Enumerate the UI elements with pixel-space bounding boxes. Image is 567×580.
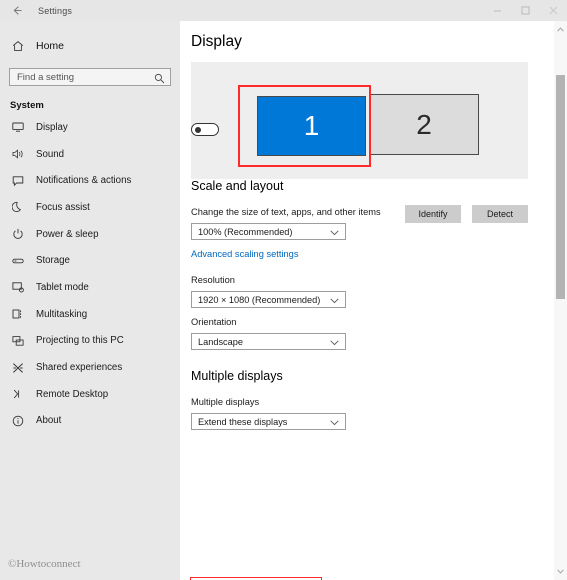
vertical-scrollbar[interactable] xyxy=(554,21,567,580)
sidebar-item-shared-experiences-label: Shared experiences xyxy=(36,362,123,374)
home-icon xyxy=(12,40,34,52)
maximize-icon[interactable] xyxy=(511,0,539,21)
sidebar-item-about[interactable]: About xyxy=(0,408,180,435)
scroll-down-icon[interactable] xyxy=(554,565,567,578)
monitor-1-label: 1 xyxy=(303,110,320,141)
sidebar-item-focus-assist[interactable]: Focus assist xyxy=(0,194,180,221)
display-arrangement-preview[interactable]: 1 2 xyxy=(191,62,528,179)
multiple-displays-heading: Multiple displays xyxy=(191,369,283,383)
orientation-dropdown[interactable]: Landscape xyxy=(191,333,346,350)
scale-dropdown[interactable]: 100% (Recommended) xyxy=(191,223,346,240)
watermark: ©Howtoconnect xyxy=(8,558,81,570)
toggle-knob-icon xyxy=(194,126,201,133)
sidebar-item-multitasking-label: Multitasking xyxy=(36,308,88,320)
moon-icon xyxy=(12,201,34,213)
sidebar-item-display-label: Display xyxy=(36,121,68,133)
monitor-2[interactable]: 2 xyxy=(369,94,479,155)
sidebar-item-multitasking[interactable]: Multitasking xyxy=(0,301,180,328)
main-content: Display 1 2 Identify Detect Color Night … xyxy=(180,21,567,580)
sidebar-item-tablet-mode[interactable]: Tablet mode xyxy=(0,274,180,301)
sidebar-item-storage-label: Storage xyxy=(36,255,70,267)
sidebar-item-sound-label: Sound xyxy=(36,148,65,160)
sidebar-group-label: System xyxy=(10,100,44,111)
storage-icon xyxy=(12,255,34,267)
window-controls xyxy=(483,0,567,21)
sidebar-item-projecting[interactable]: Projecting to this PC xyxy=(0,328,180,355)
projector-icon xyxy=(12,335,34,347)
titlebar: Settings xyxy=(0,0,567,21)
shared-icon xyxy=(12,362,34,374)
close-icon[interactable] xyxy=(539,0,567,21)
minimize-icon[interactable] xyxy=(483,0,511,21)
sidebar-item-notifications[interactable]: Notifications & actions xyxy=(0,167,180,194)
sidebar-item-projecting-label: Projecting to this PC xyxy=(36,335,124,347)
sidebar-item-power-sleep[interactable]: Power & sleep xyxy=(0,221,180,248)
multitasking-icon xyxy=(12,308,34,320)
chevron-down-icon xyxy=(330,413,339,431)
back-arrow-icon[interactable] xyxy=(0,0,34,21)
sidebar-item-home[interactable]: Home xyxy=(0,35,180,57)
monitor-icon xyxy=(12,121,34,133)
multiple-displays-dropdown-value: Extend these displays xyxy=(198,416,288,427)
notification-icon xyxy=(12,175,34,187)
orientation-label: Orientation xyxy=(191,317,237,327)
chevron-down-icon xyxy=(330,333,339,351)
display-action-buttons: Identify Detect xyxy=(191,205,528,223)
chevron-down-icon xyxy=(330,223,339,241)
resolution-dropdown-value: 1920 × 1080 (Recommended) xyxy=(198,294,321,305)
info-icon xyxy=(12,415,34,427)
multiple-displays-label: Multiple displays xyxy=(191,397,260,407)
sidebar-item-tablet-mode-label: Tablet mode xyxy=(36,281,89,293)
chevron-down-icon xyxy=(330,291,339,309)
settings-window: Settings Home Find a setting System Disp… xyxy=(0,0,567,580)
resolution-label: Resolution xyxy=(191,275,235,285)
scale-dropdown-value: 100% (Recommended) xyxy=(198,226,293,237)
remote-desktop-icon xyxy=(12,388,34,400)
power-icon xyxy=(12,228,34,240)
sidebar-item-power-sleep-label: Power & sleep xyxy=(36,228,99,240)
speaker-icon xyxy=(12,148,34,160)
sidebar-item-sound[interactable]: Sound xyxy=(0,141,180,168)
scale-layout-heading: Scale and layout xyxy=(191,179,284,193)
sidebar-item-notifications-label: Notifications & actions xyxy=(36,175,132,187)
search-input[interactable] xyxy=(10,69,150,85)
scroll-up-icon[interactable] xyxy=(554,23,567,36)
tablet-icon xyxy=(12,281,34,293)
sidebar-item-shared-experiences[interactable]: Shared experiences xyxy=(0,354,180,381)
resolution-dropdown[interactable]: 1920 × 1080 (Recommended) xyxy=(191,291,346,308)
sidebar-item-home-label: Home xyxy=(36,40,65,52)
night-light-toggle[interactable] xyxy=(191,123,219,136)
sidebar-item-display[interactable]: Display xyxy=(0,114,180,141)
sidebar-item-remote-desktop[interactable]: Remote Desktop xyxy=(0,381,180,408)
sidebar-item-focus-assist-label: Focus assist xyxy=(36,201,90,213)
window-title: Settings xyxy=(38,5,73,16)
detect-button[interactable]: Detect xyxy=(472,205,528,223)
scrollbar-thumb[interactable] xyxy=(556,75,565,299)
monitor-1[interactable]: 1 xyxy=(257,96,366,156)
sidebar: Home System Display Sound xyxy=(0,21,180,580)
identify-button[interactable]: Identify xyxy=(405,205,461,223)
page-title: Display xyxy=(191,33,242,50)
monitor-2-label: 2 xyxy=(416,108,432,140)
search-box[interactable] xyxy=(9,68,171,86)
advanced-scaling-link[interactable]: Advanced scaling settings xyxy=(191,249,299,259)
orientation-dropdown-value: Landscape xyxy=(198,336,243,347)
multiple-displays-dropdown[interactable]: Extend these displays xyxy=(191,413,346,430)
search-icon[interactable] xyxy=(154,71,165,89)
sidebar-item-about-label: About xyxy=(36,415,62,427)
sidebar-item-storage[interactable]: Storage xyxy=(0,247,180,274)
sidebar-item-remote-desktop-label: Remote Desktop xyxy=(36,388,109,400)
